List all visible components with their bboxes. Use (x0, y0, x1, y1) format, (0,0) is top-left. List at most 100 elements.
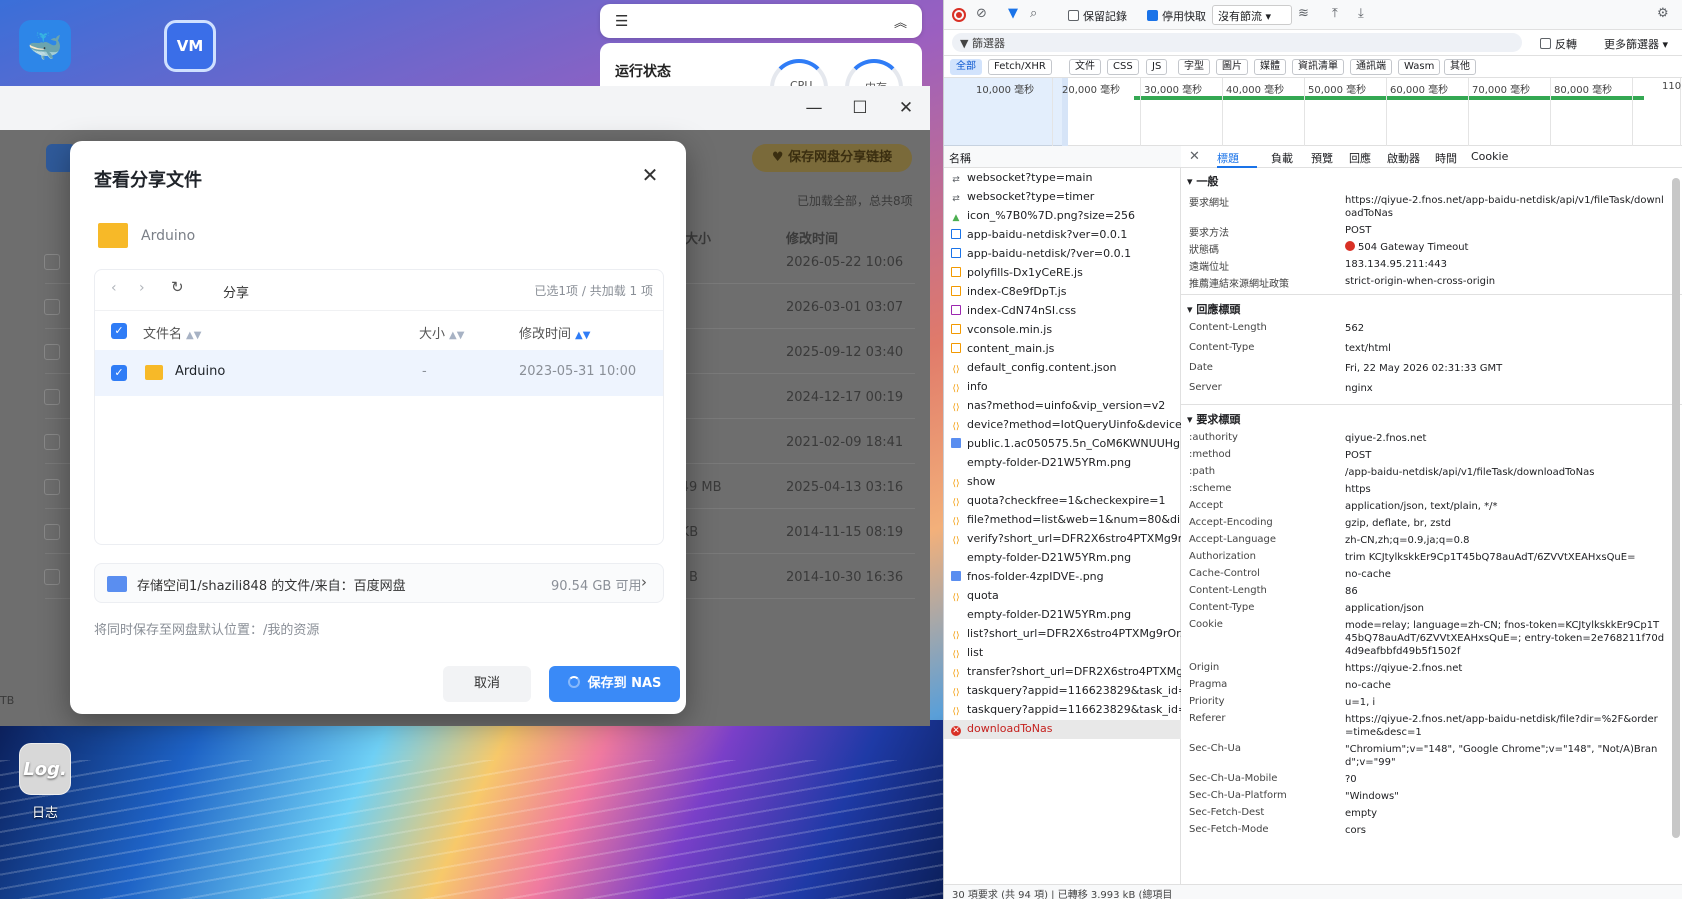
request-row[interactable]: ⟨⟩ info (944, 378, 1181, 397)
request-row[interactable]: empty-folder-D21W5YRm.png (944, 454, 1181, 473)
request-row[interactable]: ✕ downloadToNas (944, 720, 1181, 739)
request-row[interactable]: ⟨⟩ nas?method=uinfo&vip_version=v2 (944, 397, 1181, 416)
close-window-button[interactable]: ✕ (894, 96, 918, 120)
filter-chip-5[interactable]: 字型 (1178, 59, 1210, 75)
table-row[interactable]: ✓ Arduino - 2023-05-31 10:00 (95, 350, 663, 396)
section-general[interactable]: ▾ 一般 (1181, 170, 1682, 190)
request-row[interactable]: empty-folder-D21W5YRm.png (944, 606, 1181, 625)
request-row[interactable]: ▲ icon_%7B0%7D.png?size=256 (944, 207, 1181, 226)
name-column-header[interactable]: 名稱 (944, 146, 1181, 168)
import-icon[interactable]: ⤒ (1332, 6, 1338, 21)
invert-checkbox[interactable]: 反轉 (1540, 36, 1577, 52)
request-row[interactable]: fnos-folder-4zpIDVE-.png (944, 568, 1181, 587)
throttle-select[interactable]: 沒有節流 ▾ (1212, 5, 1292, 25)
row-checkbox[interactable] (44, 569, 60, 585)
filter-input[interactable]: ▼ 篩選器 (952, 33, 1522, 52)
row-checkbox[interactable]: ✓ (111, 365, 127, 381)
docker-icon[interactable]: 🐳 (19, 20, 71, 72)
request-row[interactable]: ⟨⟩ list?short_url=DFR2X6stro4PTXMg9rOr... (944, 625, 1181, 644)
preserve-log-checkbox[interactable]: 保留記錄 (1068, 8, 1127, 24)
detail-tab-4[interactable]: 啟動器 (1387, 150, 1420, 166)
disable-cache-checkbox[interactable]: 停用快取 (1147, 8, 1206, 24)
filter-chip-11[interactable]: 其他 (1444, 59, 1476, 75)
section-request[interactable]: ▾ 要求標頭 (1181, 408, 1682, 428)
filter-chip-1[interactable]: Fetch/XHR (988, 59, 1052, 75)
detail-tab-6[interactable]: Cookie (1471, 150, 1508, 163)
filter-chip-3[interactable]: CSS (1107, 59, 1139, 75)
section-response[interactable]: ▾ 回應標頭 (1181, 298, 1682, 318)
detail-tab-2[interactable]: 預覽 (1311, 150, 1333, 166)
request-row[interactable]: ⟨⟩ taskquery?appid=116623829&task_id=... (944, 682, 1181, 701)
filter-chip-0[interactable]: 全部 (950, 59, 982, 75)
row-checkbox[interactable] (44, 479, 60, 495)
log-app-icon[interactable]: Log. (19, 743, 71, 795)
column-time-header[interactable]: 修改时间 ▲▼ (519, 323, 590, 342)
row-checkbox[interactable] (44, 254, 60, 270)
record-icon[interactable] (952, 8, 966, 22)
gear-icon[interactable]: ⚙ (1657, 6, 1669, 21)
request-row[interactable]: index-CdN74nSI.css (944, 302, 1181, 321)
request-row[interactable]: ⇄ websocket?type=timer (944, 188, 1181, 207)
request-row[interactable]: ⟨⟩ quota (944, 587, 1181, 606)
breadcrumb[interactable]: 分享 (223, 282, 249, 301)
request-row[interactable]: ⟨⟩ quota?checkfree=1&checkexpire=1 (944, 492, 1181, 511)
request-row[interactable]: ⟨⟩ verify?short_url=DFR2X6stro4PTXMg9r... (944, 530, 1181, 549)
row-checkbox[interactable] (44, 299, 60, 315)
select-all-checkbox[interactable]: ✓ (111, 323, 127, 339)
filter-chip-7[interactable]: 媒體 (1254, 59, 1286, 75)
detail-tab-0[interactable]: 標題 (1217, 150, 1239, 166)
request-row[interactable]: app-baidu-netdisk/?ver=0.0.1 (944, 245, 1181, 264)
row-checkbox[interactable] (44, 524, 60, 540)
close-icon[interactable]: ✕ (1189, 149, 1200, 164)
collapse-icon[interactable]: ︽ (894, 12, 907, 31)
maximize-button[interactable]: ☐ (848, 96, 872, 120)
back-icon[interactable]: ‹ (111, 280, 117, 296)
request-row[interactable]: ⟨⟩ taskquery?appid=116623829&task_id=... (944, 701, 1181, 720)
cancel-button[interactable]: 取消 (443, 666, 531, 702)
destination-selector[interactable]: 存储空间1/shazili848 的文件/来自：百度网盘 90.54 GB 可用… (94, 563, 664, 603)
request-row[interactable]: polyfills-Dx1yCeRE.js (944, 264, 1181, 283)
request-row[interactable]: ⟨⟩ show (944, 473, 1181, 492)
close-icon[interactable]: ✕ (638, 163, 662, 187)
save-share-link-button[interactable]: ♥ 保存网盘分享链接 (752, 144, 912, 172)
filter-chip-4[interactable]: JS (1146, 59, 1168, 75)
detail-tab-1[interactable]: 負載 (1271, 150, 1293, 166)
clear-icon[interactable]: ⊘ (976, 6, 987, 21)
request-row[interactable]: ⟨⟩ default_config.content.json (944, 359, 1181, 378)
forward-icon[interactable]: › (139, 280, 145, 296)
refresh-icon[interactable]: ↻ (171, 278, 184, 296)
request-row[interactable]: content_main.js (944, 340, 1181, 359)
vm-icon[interactable]: VM (164, 20, 216, 72)
menu-icon[interactable]: ☰ (615, 12, 628, 30)
filter-chip-2[interactable]: 文件 (1069, 59, 1101, 75)
detail-tab-5[interactable]: 時間 (1435, 150, 1457, 166)
request-row[interactable]: vconsole.min.js (944, 321, 1181, 340)
row-checkbox[interactable] (44, 434, 60, 450)
filter-chip-8[interactable]: 資訊清單 (1292, 59, 1344, 75)
network-conditions-icon[interactable]: ≋ (1298, 6, 1309, 21)
detail-scrollbar[interactable] (1672, 178, 1680, 838)
filter-chip-6[interactable]: 圖片 (1216, 59, 1248, 75)
filter-icon[interactable]: ▼ (1008, 6, 1018, 21)
network-timeline[interactable]: 10,000 毫秒 20,000 毫秒 30,000 毫秒 40,000 毫秒 50,0… (944, 78, 1682, 146)
column-name-header[interactable]: 文件名 ▲▼ (143, 323, 201, 342)
export-icon[interactable]: ⤓ (1358, 6, 1364, 21)
request-row[interactable]: index-C8e9fDpT.js (944, 283, 1181, 302)
detail-tab-3[interactable]: 回應 (1349, 150, 1371, 166)
request-row[interactable]: empty-folder-D21W5YRm.png (944, 549, 1181, 568)
save-to-nas-button[interactable]: 保存到 NAS (549, 666, 680, 702)
request-row[interactable]: ⇄ websocket?type=main (944, 169, 1181, 188)
search-icon[interactable]: ⌕ (1030, 6, 1037, 21)
row-checkbox[interactable] (44, 344, 60, 360)
more-filters-dropdown[interactable]: 更多篩選器 ▾ (1604, 36, 1668, 52)
request-row[interactable]: app-baidu-netdisk?ver=0.0.1 (944, 226, 1181, 245)
filter-chip-10[interactable]: Wasm (1398, 59, 1441, 75)
row-checkbox[interactable] (44, 389, 60, 405)
filter-chip-9[interactable]: 通訊端 (1350, 59, 1392, 75)
request-row[interactable]: ⟨⟩ list (944, 644, 1181, 663)
column-size-header[interactable]: 大小 ▲▼ (419, 323, 464, 342)
request-row[interactable]: ⟨⟩ device?method=IotQueryUinfo&device... (944, 416, 1181, 435)
request-row[interactable]: ⟨⟩ file?method=list&web=1&num=80&di... (944, 511, 1181, 530)
minimize-button[interactable]: — (802, 96, 826, 120)
request-row[interactable]: public.1.ac050575.5n_CoM6KWNUUHg... (944, 435, 1181, 454)
